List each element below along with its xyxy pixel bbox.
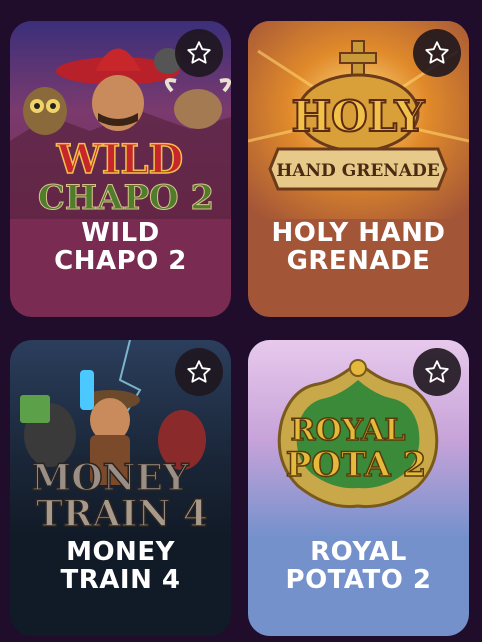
favorite-button[interactable] — [175, 29, 223, 77]
star-outline-icon — [425, 41, 449, 64]
game-card-holy-hand-grenade[interactable]: HOLY HAND GRENADE HOLY HAND GRENADE — [248, 21, 469, 317]
game-title-line1: WILD — [81, 218, 160, 248]
game-logo-line1: ROYAL — [291, 413, 406, 448]
game-grid: WILD CHAPO 2 WILD CHAPO 2 HOLY HAND GREN… — [0, 0, 482, 642]
favorite-button[interactable] — [413, 348, 461, 396]
game-card-royal-potato-2[interactable]: ROYAL POTA 2 ROYAL POTATO 2 — [248, 340, 469, 636]
game-card-wild-chapo-2[interactable]: WILD CHAPO 2 WILD CHAPO 2 — [10, 21, 231, 317]
game-logo-line2: POTA 2 — [286, 445, 427, 485]
game-title-line2: TRAIN 4 — [60, 565, 181, 595]
game-card-money-train-4[interactable]: MONEY TRAIN 4 MONEY TRAIN 4 — [10, 340, 231, 636]
game-title: ROYAL POTATO 2 — [248, 538, 469, 594]
game-title-line1: HOLY HAND — [271, 218, 446, 248]
game-logo-line1: HOLY — [291, 92, 425, 141]
star-outline-icon — [187, 360, 211, 383]
star-outline-icon — [187, 41, 211, 64]
game-title: MONEY TRAIN 4 — [10, 538, 231, 594]
favorite-button[interactable] — [175, 348, 223, 396]
game-title-line2: POTATO 2 — [285, 565, 432, 595]
favorite-button[interactable] — [413, 29, 461, 77]
game-logo-line1: WILD — [56, 136, 183, 183]
game-title-line2: CHAPO 2 — [54, 246, 187, 276]
star-outline-icon — [425, 360, 449, 383]
game-title-line1: ROYAL — [310, 537, 407, 567]
game-title-line1: MONEY — [66, 537, 175, 567]
game-title: HOLY HAND GRENADE — [248, 219, 469, 275]
game-logo-line2: HAND GRENADE — [276, 161, 440, 181]
game-logo-line2: CHAPO 2 — [38, 178, 214, 218]
game-title-line2: GRENADE — [286, 246, 431, 276]
game-logo-line2: TRAIN 4 — [36, 493, 208, 535]
game-title: WILD CHAPO 2 — [10, 219, 231, 275]
